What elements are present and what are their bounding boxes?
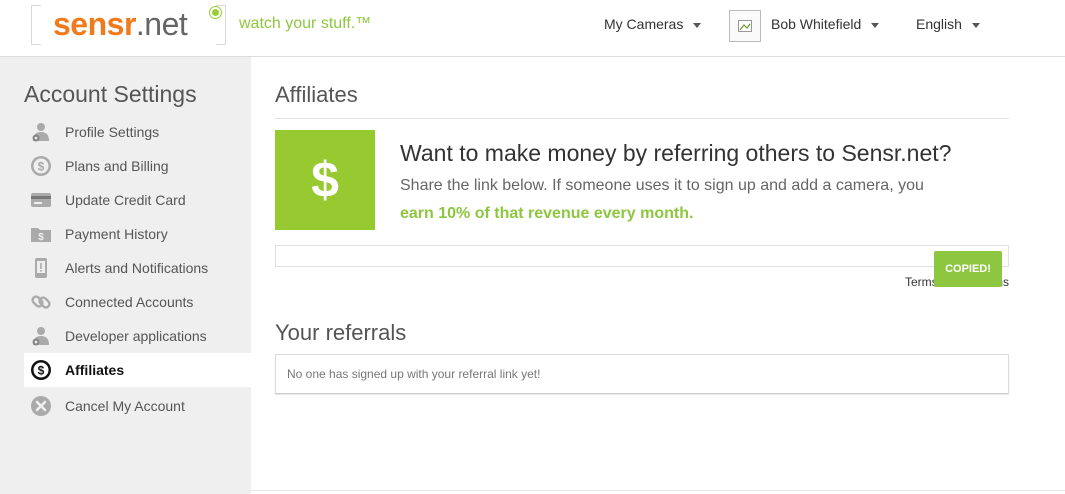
close-circle-icon (29, 394, 53, 418)
sidebar-title: Account Settings (24, 81, 197, 107)
sidebar-item-label: Connected Accounts (65, 294, 194, 310)
my-cameras-menu[interactable]: My Cameras (604, 16, 702, 32)
referral-link-field[interactable] (275, 245, 1009, 267)
my-cameras-label: My Cameras (604, 16, 684, 32)
affiliate-pitch-heading: Want to make money by referring others t… (400, 140, 952, 166)
logo-bracket-left (31, 5, 41, 45)
dollar-circle-icon: $ (29, 154, 53, 178)
dollar-icon: $ (275, 130, 375, 230)
user-name: Bob Whitefield (771, 16, 862, 32)
sidebar-item-developer-applications[interactable]: Developer applications (24, 319, 253, 353)
title-divider (275, 118, 1009, 119)
credit-card-icon (29, 188, 53, 212)
svg-text:$: $ (38, 364, 45, 378)
sidebar-item-label: Affiliates (65, 362, 125, 378)
referrals-heading: Your referrals (275, 320, 407, 345)
language-label: English (916, 16, 962, 32)
sensr-logo[interactable]: sensr.net (31, 5, 226, 45)
sidebar-item-affiliates[interactable]: $ Affiliates (24, 353, 253, 387)
link-icon (29, 290, 53, 314)
affiliate-pitch-text: Share the link below. If someone uses it… (400, 177, 924, 194)
gear-user-icon (29, 120, 53, 144)
bottom-divider (251, 490, 1065, 491)
sidebar-item-label: Profile Settings (65, 124, 160, 140)
user-menu[interactable]: Bob Whitefield (771, 16, 880, 32)
sidebar-item-cancel-my-account[interactable]: Cancel My Account (24, 389, 253, 423)
svg-text:$: $ (38, 232, 44, 243)
copied-button[interactable]: COPIED! (934, 251, 1002, 287)
page-title: Affiliates (275, 82, 358, 107)
sidebar-item-payment-history[interactable]: $ Payment History (24, 217, 253, 251)
svg-text:$: $ (38, 160, 45, 174)
chevron-down-icon (693, 22, 702, 28)
phone-alert-icon (29, 256, 53, 280)
tagline: watch your stuff.™ (239, 15, 372, 32)
sidebar-item-label: Plans and Billing (65, 158, 169, 174)
sidebar-item-connected-accounts[interactable]: Connected Accounts (24, 285, 253, 319)
dollar-circle-icon: $ (29, 358, 53, 382)
chevron-down-icon (971, 22, 980, 28)
referrals-empty-message: No one has signed up with your referral … (275, 354, 1009, 394)
sidebar-item-profile-settings[interactable]: Profile Settings (24, 115, 253, 149)
language-menu[interactable]: English (916, 16, 980, 32)
sidebar-item-alerts-and-notifications[interactable]: Alerts and Notifications (24, 251, 253, 285)
avatar[interactable] (729, 10, 761, 42)
sidebar-item-label: Alerts and Notifications (65, 260, 209, 276)
sidebar-item-label: Cancel My Account (65, 398, 185, 414)
affiliate-earn-highlight: earn 10% of that revenue every month. (400, 205, 694, 222)
folder-dollar-icon: $ (29, 222, 53, 246)
sidebar-item-plans-and-billing[interactable]: $ Plans and Billing (24, 149, 253, 183)
logo-bracket-right (216, 5, 226, 45)
sidebar-item-label: Update Credit Card (65, 192, 186, 208)
logo-wordmark: sensr.net (53, 6, 188, 42)
top-header: sensr.net watch your stuff.™ My Cameras … (0, 0, 1065, 57)
chevron-down-icon (871, 22, 880, 28)
sidebar-item-label: Payment History (65, 226, 168, 242)
sidebar-item-update-credit-card[interactable]: Update Credit Card (24, 183, 253, 217)
settings-sidebar: Account Settings Profile Settings $ Plan… (0, 57, 253, 494)
sidebar-item-label: Developer applications (65, 328, 207, 344)
gear-user-icon (29, 324, 53, 348)
broken-image-icon (738, 20, 752, 32)
